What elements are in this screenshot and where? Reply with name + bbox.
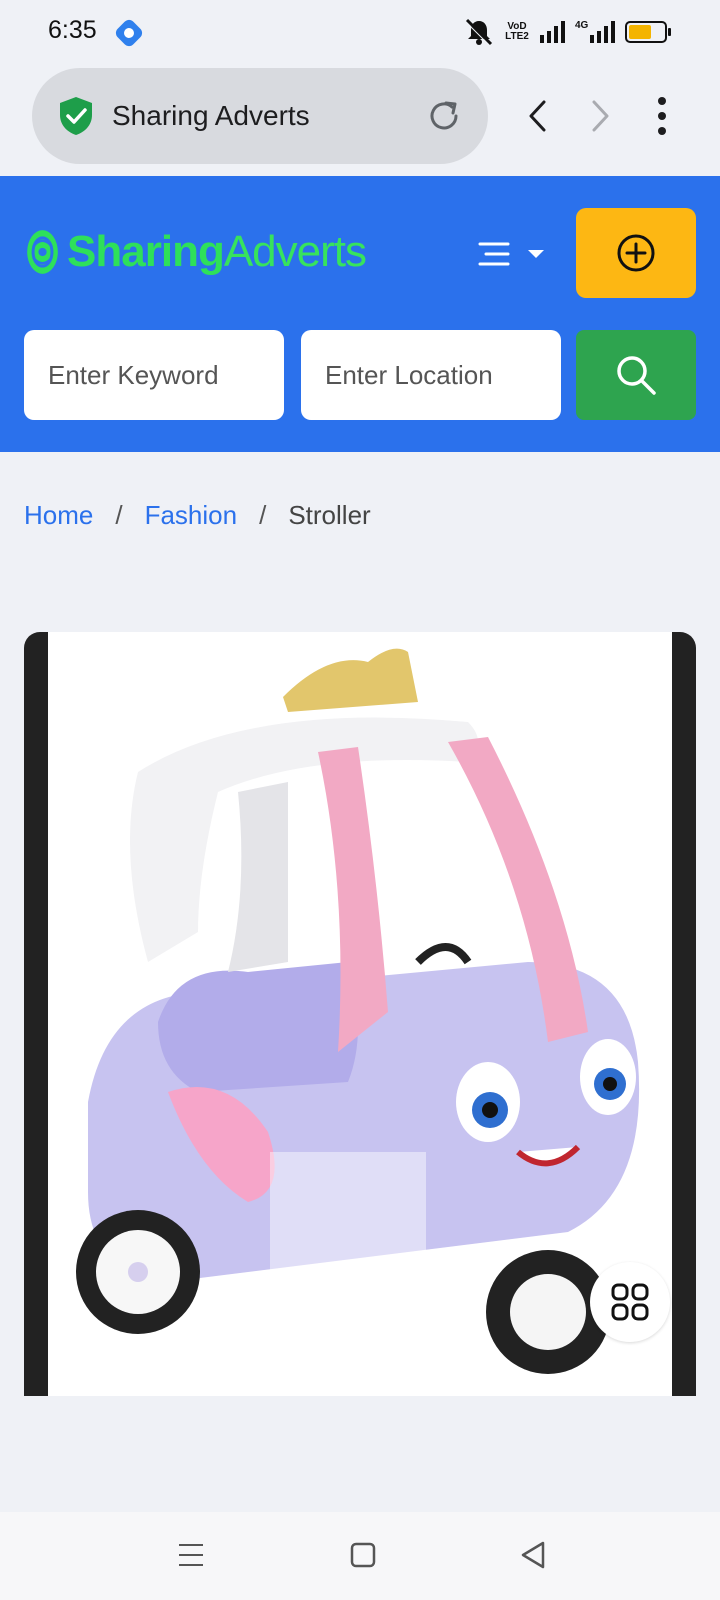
status-icons: VoD LTE2 4G xyxy=(464,14,672,50)
breadcrumb-separator: / xyxy=(115,500,123,530)
site-title[interactable]: Sharing Adverts xyxy=(112,100,310,132)
logo-text-adverts: Adverts xyxy=(223,227,367,276)
battery-icon xyxy=(625,21,672,43)
signal-icon xyxy=(540,21,565,43)
menu-dots-icon[interactable] xyxy=(652,96,672,136)
back-icon[interactable] xyxy=(524,98,552,134)
location-input[interactable] xyxy=(301,330,561,420)
site-logo[interactable]: SharingAdverts xyxy=(26,212,367,292)
shield-check-icon xyxy=(60,97,92,135)
plus-circle-icon xyxy=(617,234,655,272)
grid-icon xyxy=(611,1283,649,1321)
breadcrumb-separator: / xyxy=(259,500,267,530)
logo-mark-icon xyxy=(27,230,58,274)
logo-text-sharing: Sharing xyxy=(67,227,225,276)
product-image[interactable] xyxy=(48,632,672,1396)
keyword-input[interactable] xyxy=(24,330,284,420)
breadcrumb-current: Stroller xyxy=(288,500,371,530)
breadcrumb-home[interactable]: Home xyxy=(24,500,93,531)
network-4g-label: 4G xyxy=(575,20,589,31)
post-ad-button[interactable] xyxy=(576,208,696,298)
forward-icon[interactable] xyxy=(586,98,614,134)
breadcrumb-fashion[interactable]: Fashion xyxy=(145,500,238,531)
nav-menu-icon[interactable] xyxy=(178,1542,204,1568)
breadcrumb: Home / Fashion / Stroller xyxy=(24,500,371,531)
gallery-button[interactable] xyxy=(590,1262,670,1342)
mute-icon xyxy=(464,18,493,46)
search-icon xyxy=(617,356,656,395)
search-button[interactable] xyxy=(576,330,696,420)
reload-icon[interactable] xyxy=(426,98,462,134)
menu-toggle-icon[interactable] xyxy=(478,238,544,272)
volte-label: VoD LTE2 xyxy=(505,21,529,42)
status-time: 6:35 xyxy=(48,16,97,44)
nav-back-icon[interactable] xyxy=(520,1540,546,1570)
nav-home-icon[interactable] xyxy=(350,1542,376,1568)
signal-4g-icon: 4G xyxy=(575,20,616,43)
logo-text: SharingAdverts xyxy=(67,227,367,277)
